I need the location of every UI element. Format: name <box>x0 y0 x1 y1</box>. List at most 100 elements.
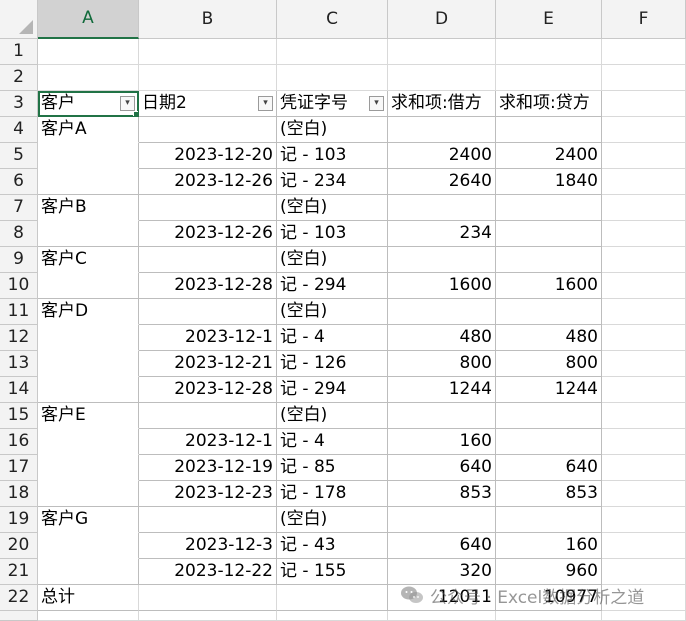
debit-cell[interactable]: 640 <box>388 455 496 481</box>
credit-cell[interactable] <box>496 117 602 143</box>
voucher-cell[interactable]: 记 - 103 <box>277 221 388 247</box>
row-header-4[interactable]: 4 <box>0 117 38 143</box>
cell[interactable] <box>602 429 686 455</box>
date-cell[interactable] <box>139 507 277 533</box>
cell[interactable] <box>602 195 686 221</box>
voucher-cell[interactable]: 记 - 234 <box>277 169 388 195</box>
voucher-cell[interactable]: 记 - 155 <box>277 559 388 585</box>
credit-cell[interactable] <box>496 221 602 247</box>
cell[interactable] <box>602 403 686 429</box>
debit-cell[interactable] <box>388 403 496 429</box>
voucher-cell[interactable]: (空白) <box>277 299 388 325</box>
cell[interactable] <box>277 585 388 611</box>
cell[interactable] <box>602 325 686 351</box>
customer-label[interactable]: 客户A <box>38 117 139 143</box>
credit-cell[interactable]: 640 <box>496 455 602 481</box>
debit-cell[interactable]: 853 <box>388 481 496 507</box>
customer-label[interactable]: 客户G <box>38 507 139 533</box>
cell[interactable] <box>602 377 686 403</box>
row-header-9[interactable]: 9 <box>0 247 38 273</box>
row-header-20[interactable]: 20 <box>0 533 38 559</box>
customer-group-cell[interactable] <box>38 481 139 507</box>
cell[interactable] <box>602 169 686 195</box>
cell[interactable] <box>277 65 388 91</box>
customer-group-cell[interactable] <box>38 221 139 247</box>
pivot-header-date[interactable]: 日期2 ▾ <box>139 91 277 117</box>
voucher-cell[interactable]: 记 - 178 <box>277 481 388 507</box>
pivot-header-customer[interactable]: 客户 ▾ <box>38 91 139 117</box>
filter-dropdown-icon[interactable]: ▾ <box>258 96 273 111</box>
credit-cell[interactable]: 960 <box>496 559 602 585</box>
cell[interactable] <box>388 65 496 91</box>
cell[interactable] <box>388 39 496 65</box>
cell[interactable] <box>602 117 686 143</box>
credit-cell[interactable]: 1600 <box>496 273 602 299</box>
column-header-a[interactable]: A <box>38 0 139 39</box>
credit-cell[interactable]: 2400 <box>496 143 602 169</box>
customer-group-cell[interactable] <box>38 351 139 377</box>
voucher-cell[interactable]: 记 - 126 <box>277 351 388 377</box>
customer-group-cell[interactable] <box>38 455 139 481</box>
cell[interactable] <box>139 611 277 621</box>
debit-cell[interactable] <box>388 507 496 533</box>
cell[interactable] <box>38 65 139 91</box>
voucher-cell[interactable]: 记 - 43 <box>277 533 388 559</box>
row-header-3[interactable]: 3 <box>0 91 38 117</box>
voucher-cell[interactable]: 记 - 4 <box>277 429 388 455</box>
credit-cell[interactable] <box>496 247 602 273</box>
customer-group-cell[interactable] <box>38 559 139 585</box>
cell[interactable] <box>602 351 686 377</box>
row-header-19[interactable]: 19 <box>0 507 38 533</box>
debit-cell[interactable]: 640 <box>388 533 496 559</box>
voucher-cell[interactable]: (空白) <box>277 247 388 273</box>
row-header-13[interactable]: 13 <box>0 351 38 377</box>
credit-cell[interactable] <box>496 429 602 455</box>
cell[interactable] <box>602 143 686 169</box>
cell[interactable] <box>602 65 686 91</box>
cell[interactable] <box>38 611 139 621</box>
credit-cell[interactable] <box>496 403 602 429</box>
customer-group-cell[interactable] <box>38 533 139 559</box>
debit-cell[interactable]: 1600 <box>388 273 496 299</box>
voucher-cell[interactable]: (空白) <box>277 507 388 533</box>
date-cell[interactable]: 2023-12-3 <box>139 533 277 559</box>
voucher-cell[interactable]: 记 - 4 <box>277 325 388 351</box>
debit-cell[interactable] <box>388 195 496 221</box>
cell[interactable] <box>277 611 388 621</box>
cell[interactable] <box>496 65 602 91</box>
cell[interactable] <box>602 273 686 299</box>
date-cell[interactable]: 2023-12-20 <box>139 143 277 169</box>
row-header-15[interactable]: 15 <box>0 403 38 429</box>
cell[interactable] <box>602 481 686 507</box>
date-cell[interactable]: 2023-12-28 <box>139 273 277 299</box>
debit-cell[interactable]: 160 <box>388 429 496 455</box>
date-cell[interactable] <box>139 299 277 325</box>
voucher-cell[interactable]: 记 - 103 <box>277 143 388 169</box>
row-header-2[interactable]: 2 <box>0 65 38 91</box>
cell[interactable] <box>602 559 686 585</box>
debit-cell[interactable]: 234 <box>388 221 496 247</box>
customer-group-cell[interactable] <box>38 169 139 195</box>
grand-total-credit[interactable]: 10977 <box>496 585 602 611</box>
filter-dropdown-icon[interactable]: ▾ <box>120 96 135 111</box>
pivot-header-debit[interactable]: 求和项:借方 <box>388 91 496 117</box>
row-header-7[interactable]: 7 <box>0 195 38 221</box>
credit-cell[interactable] <box>496 299 602 325</box>
cell[interactable] <box>496 39 602 65</box>
cell[interactable] <box>139 39 277 65</box>
cell[interactable] <box>139 65 277 91</box>
customer-label[interactable]: 客户E <box>38 403 139 429</box>
row-header-23[interactable] <box>0 611 38 621</box>
row-header-8[interactable]: 8 <box>0 221 38 247</box>
date-cell[interactable]: 2023-12-1 <box>139 325 277 351</box>
pivot-header-voucher[interactable]: 凭证字号 ▾ <box>277 91 388 117</box>
cell[interactable] <box>496 611 602 621</box>
column-header-d[interactable]: D <box>388 0 496 39</box>
row-header-1[interactable]: 1 <box>0 39 38 65</box>
cell[interactable] <box>602 611 686 621</box>
debit-cell[interactable] <box>388 117 496 143</box>
row-header-18[interactable]: 18 <box>0 481 38 507</box>
debit-cell[interactable]: 1244 <box>388 377 496 403</box>
credit-cell[interactable]: 800 <box>496 351 602 377</box>
pivot-header-credit[interactable]: 求和项:贷方 <box>496 91 602 117</box>
